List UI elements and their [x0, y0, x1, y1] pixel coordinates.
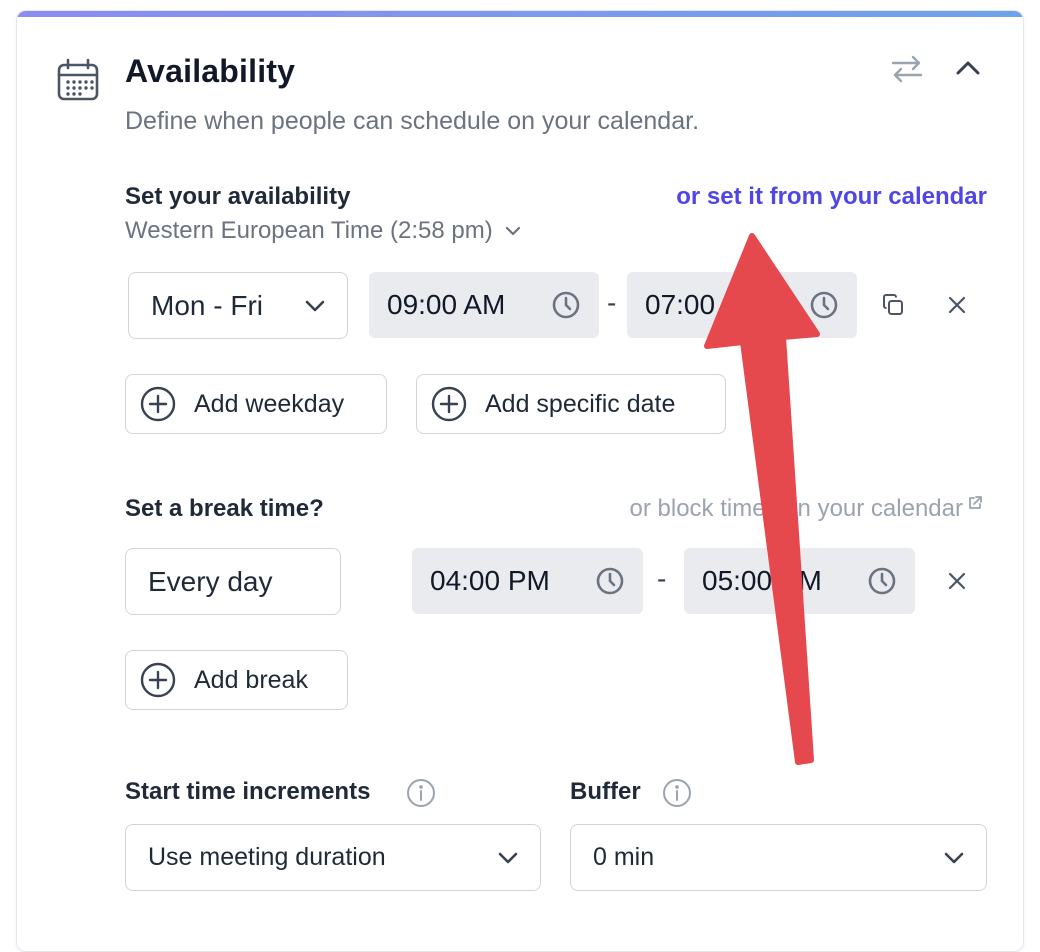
break-end-time-value: 05:00 PM — [702, 565, 822, 596]
plus-circle-icon — [431, 386, 467, 422]
plus-circle-icon — [140, 386, 176, 422]
set-availability-label: Set your availability — [125, 183, 351, 210]
start-time-increments-value: Use meeting duration — [148, 843, 386, 871]
add-break-label: Add break — [194, 665, 308, 694]
break-end-time-field[interactable]: 05:00 PM — [684, 548, 915, 614]
break-day-select[interactable]: Every day — [125, 548, 341, 615]
buffer-select[interactable]: 0 min — [570, 824, 987, 891]
timezone-label: Western European Time (2:58 pm) — [125, 217, 493, 244]
add-break-button[interactable]: Add break — [125, 650, 348, 710]
set-from-calendar-link[interactable]: or set it from your calendar — [676, 183, 987, 211]
add-specific-date-label: Add specific date — [485, 389, 676, 418]
break-day-value: Every day — [148, 565, 273, 597]
close-icon[interactable] — [941, 289, 973, 321]
copy-icon[interactable] — [877, 289, 909, 321]
start-time-field[interactable]: 09:00 AM — [369, 272, 599, 338]
break-range-separator: - — [657, 563, 667, 594]
block-times-label: or block times on your calendar — [629, 495, 964, 522]
add-weekday-label: Add weekday — [194, 389, 345, 418]
add-weekday-button[interactable]: Add weekday — [125, 374, 387, 434]
day-range-select[interactable]: Mon - Fri — [128, 272, 348, 339]
clock-icon — [596, 567, 624, 595]
chevron-down-icon — [305, 300, 325, 311]
clock-icon — [810, 291, 838, 319]
break-start-time-value: 04:00 PM — [430, 565, 550, 596]
block-times-link[interactable]: or block times on your calendar — [630, 495, 984, 523]
availability-card: Availability Define when people can sche… — [16, 10, 1024, 952]
clock-icon — [552, 291, 580, 319]
external-link-icon — [969, 496, 982, 509]
timezone-selector[interactable]: Western European Time (2:58 pm) — [125, 217, 521, 245]
remove-break-icon[interactable] — [941, 565, 973, 597]
range-separator: - — [607, 287, 617, 318]
card-accent-bar — [17, 11, 1023, 17]
section-title: Availability — [125, 53, 296, 89]
day-range-value: Mon - Fri — [151, 289, 263, 321]
plus-circle-icon — [140, 662, 176, 698]
break-start-time-field[interactable]: 04:00 PM — [412, 548, 643, 614]
calendar-icon — [55, 57, 101, 108]
info-icon[interactable] — [661, 777, 693, 809]
break-time-label: Set a break time? — [125, 495, 324, 522]
buffer-label: Buffer — [570, 778, 641, 805]
start-time-increments-label: Start time increments — [125, 778, 371, 805]
section-subtitle: Define when people can schedule on your … — [125, 107, 700, 135]
end-time-field[interactable]: 07:00 PM — [627, 272, 857, 338]
chevron-down-icon — [498, 852, 518, 863]
clock-icon — [868, 567, 896, 595]
chevron-up-icon[interactable] — [949, 53, 987, 83]
info-icon[interactable] — [405, 777, 437, 809]
chevron-down-icon — [505, 226, 520, 236]
buffer-value: 0 min — [593, 843, 655, 871]
swap-icon[interactable] — [887, 51, 927, 87]
add-specific-date-button[interactable]: Add specific date — [416, 374, 726, 434]
start-time-increments-select[interactable]: Use meeting duration — [125, 824, 541, 891]
chevron-down-icon — [944, 852, 964, 863]
start-time-value: 09:00 AM — [387, 289, 506, 320]
end-time-value: 07:00 PM — [645, 289, 765, 320]
